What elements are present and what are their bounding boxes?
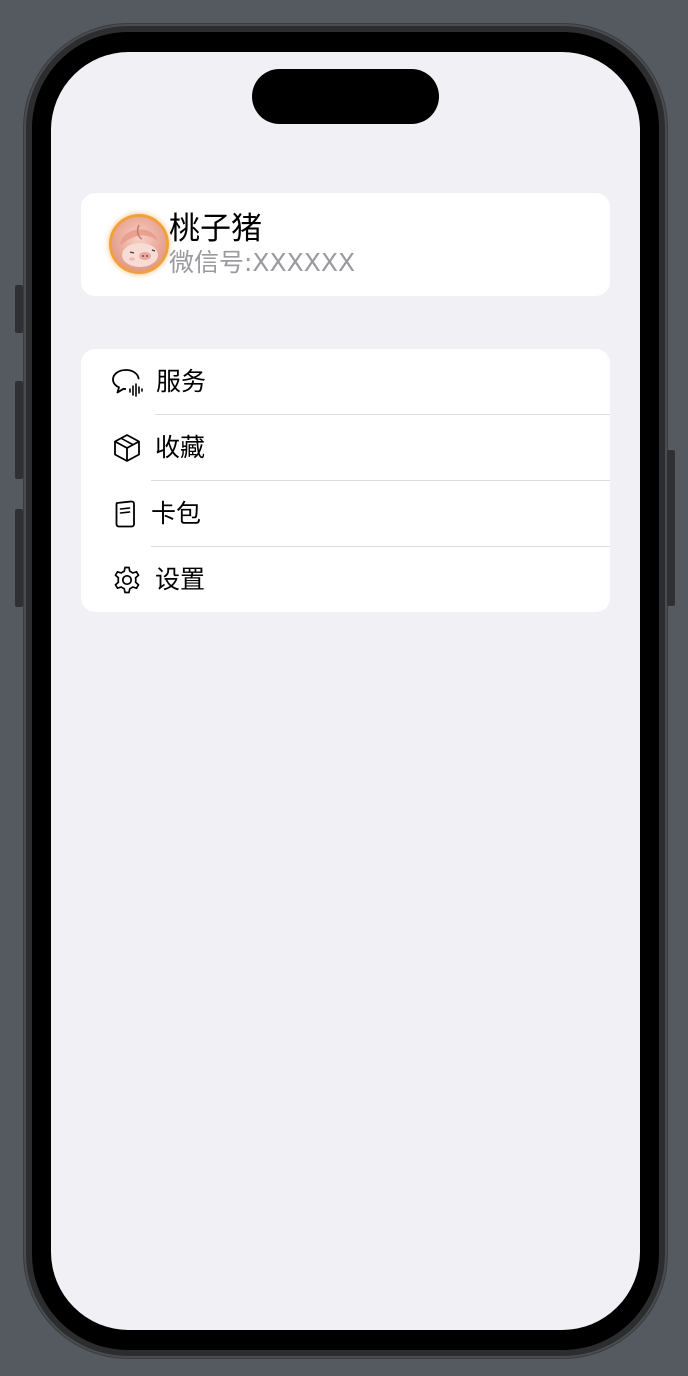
menu-item-service[interactable]: 服务 xyxy=(81,349,610,415)
menu-item-label: 收藏 xyxy=(155,433,206,462)
side-button-silent xyxy=(15,285,23,333)
menu-item-card-wallet[interactable]: 卡包 xyxy=(81,481,610,547)
chat-bubble-waveform-icon xyxy=(112,369,143,397)
menu-item-settings[interactable]: 设置 xyxy=(81,547,610,612)
profile-name: 桃子猪 xyxy=(169,211,262,247)
app-screen: 桃子猪 微信号:XXXXXX 服务 收藏 卡包 设置 xyxy=(51,52,640,1330)
side-button-power xyxy=(667,450,675,606)
menu-item-favorites[interactable]: 收藏 xyxy=(81,415,610,481)
gear-icon xyxy=(114,566,140,594)
profile-card[interactable]: 桃子猪 微信号:XXXXXX xyxy=(81,193,610,296)
menu-item-label: 设置 xyxy=(155,565,206,594)
wechat-id: 微信号:XXXXXX xyxy=(169,248,356,277)
cube-icon xyxy=(114,434,140,462)
side-button-volume-up xyxy=(15,381,23,479)
peach-pig-avatar-icon xyxy=(120,224,158,267)
menu-item-label: 服务 xyxy=(156,367,207,396)
side-button-volume-down xyxy=(15,509,23,607)
menu-item-label: 卡包 xyxy=(151,499,202,528)
dynamic-island xyxy=(252,69,439,124)
menu-card: 服务 收藏 卡包 设置 xyxy=(81,349,610,612)
avatar[interactable] xyxy=(109,214,169,274)
card-book-icon xyxy=(115,500,135,528)
